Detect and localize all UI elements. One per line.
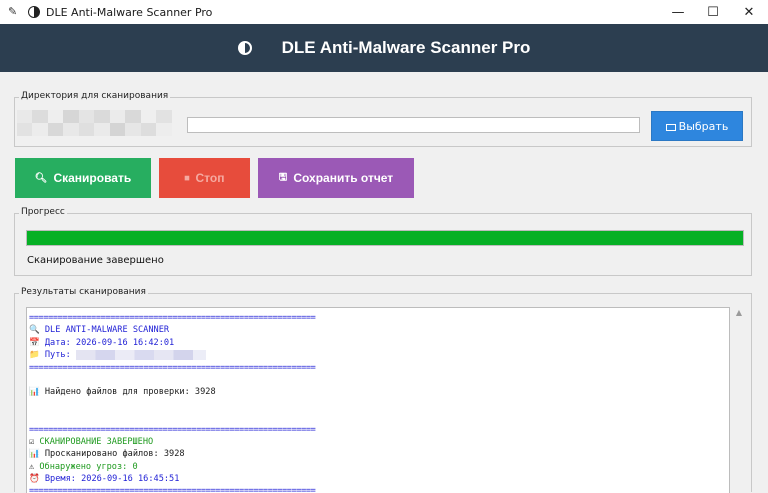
log-line-icon: ⚠ [29, 461, 40, 472]
log-line: 📊 Просканировано файлов: 3928 [29, 448, 729, 460]
log-line: 📁 Путь: [29, 349, 729, 361]
progress-fill [27, 231, 743, 245]
floppy-icon: 🖫 [278, 171, 288, 183]
log-line-text: Просканировано файлов: 3928 [44, 449, 185, 460]
progress-group: Прогресс Сканирование завершено [14, 207, 752, 276]
window-titlebar: ✎ DLE Anti-Malware Scanner Pro — ☐ ✕ [0, 0, 768, 24]
feather-icon: ✎ [8, 5, 18, 18]
save-report-label: Сохранить отчет [293, 171, 394, 185]
log-line: ========================================… [29, 312, 729, 324]
log-line-text: Путь: [44, 350, 76, 361]
results-legend: Результаты сканирования [19, 287, 148, 297]
log-line-icon: 📊 [29, 449, 45, 460]
log-line-icon: ☑ [29, 436, 40, 447]
log-line: ⚠ Обнаружено угроз: 0 [29, 461, 729, 473]
log-line-icon: 📊 [29, 387, 45, 398]
browse-button[interactable]: Выбрать [651, 111, 743, 141]
log-line: ⏰ Время: 2026-09-16 16:45:51 [29, 473, 729, 485]
folder-icon [665, 123, 676, 131]
browse-label: Выбрать [678, 119, 729, 133]
log-separator: ========================================… [29, 313, 316, 323]
magnifier-icon: 🔍︎ [34, 172, 48, 184]
half-moon-icon [28, 6, 40, 18]
log-line: ☑ СКАНИРОВАНИЕ ЗАВЕРШЕНО [29, 436, 729, 448]
log-path-redacted [75, 349, 206, 360]
app-title: DLE Anti-Malware Scanner Pro [281, 38, 531, 57]
log-line-icon: 📁 [29, 350, 45, 361]
progress-status: Сканирование завершено [27, 255, 164, 266]
scan-label: Сканировать [53, 171, 132, 185]
log-line: ========================================… [29, 424, 729, 436]
progress-legend: Прогресс [19, 207, 67, 217]
results-log[interactable]: ========================================… [26, 307, 730, 493]
progress-bar [26, 230, 744, 246]
log-line-text: Обнаружено угроз: 0 [39, 461, 138, 472]
log-line-text: Время: 2026-09-16 16:45:51 [44, 474, 180, 485]
log-line-icon: 📅 [29, 337, 45, 348]
save-report-button[interactable]: 🖫 Сохранить отчет [258, 158, 414, 198]
log-line-text: DLE ANTI-MALWARE SCANNER [44, 325, 170, 336]
directory-path-redacted [17, 110, 187, 136]
maximize-button[interactable]: ☐ [695, 0, 731, 24]
window-title: DLE Anti-Malware Scanner Pro [46, 5, 213, 19]
results-group: Результаты сканирования ================… [14, 287, 752, 493]
log-line: 📅 Дата: 2026-09-16 16:42:01 [29, 337, 729, 349]
stop-icon: ⏹ [184, 172, 190, 184]
close-button[interactable]: ✕ [731, 0, 767, 24]
log-line-text: Найдено файлов для проверки: 3928 [44, 387, 216, 398]
half-moon-icon [237, 41, 252, 55]
log-separator: ========================================… [29, 424, 316, 435]
app-header: DLE Anti-Malware Scanner Pro [0, 24, 768, 72]
log-separator: ========================================… [29, 486, 316, 493]
log-line: 📊 Найдено файлов для проверки: 3928 [29, 386, 729, 398]
minimize-button[interactable]: — [660, 0, 696, 24]
directory-group: Директория для сканирования Выбрать [14, 91, 752, 147]
log-line-icon: ⏰ [29, 474, 45, 485]
directory-path-input[interactable] [187, 117, 640, 133]
log-line: 🔍 DLE ANTI-MALWARE SCANNER [29, 324, 729, 336]
directory-legend: Директория для сканирования [19, 91, 171, 101]
log-line-text: Дата: 2026-09-16 16:42:01 [44, 337, 175, 348]
log-separator: ========================================… [29, 362, 316, 373]
log-line: ========================================… [29, 362, 729, 374]
log-line-text: СКАНИРОВАНИЕ ЗАВЕРШЕНО [39, 436, 154, 447]
stop-button[interactable]: ⏹ Стоп [159, 158, 250, 198]
scroll-up-arrow[interactable]: ▲ [733, 308, 745, 328]
scan-button[interactable]: 🔍︎ Сканировать [15, 158, 151, 198]
log-line-icon: 🔍 [29, 325, 45, 336]
stop-label: Стоп [195, 171, 225, 185]
